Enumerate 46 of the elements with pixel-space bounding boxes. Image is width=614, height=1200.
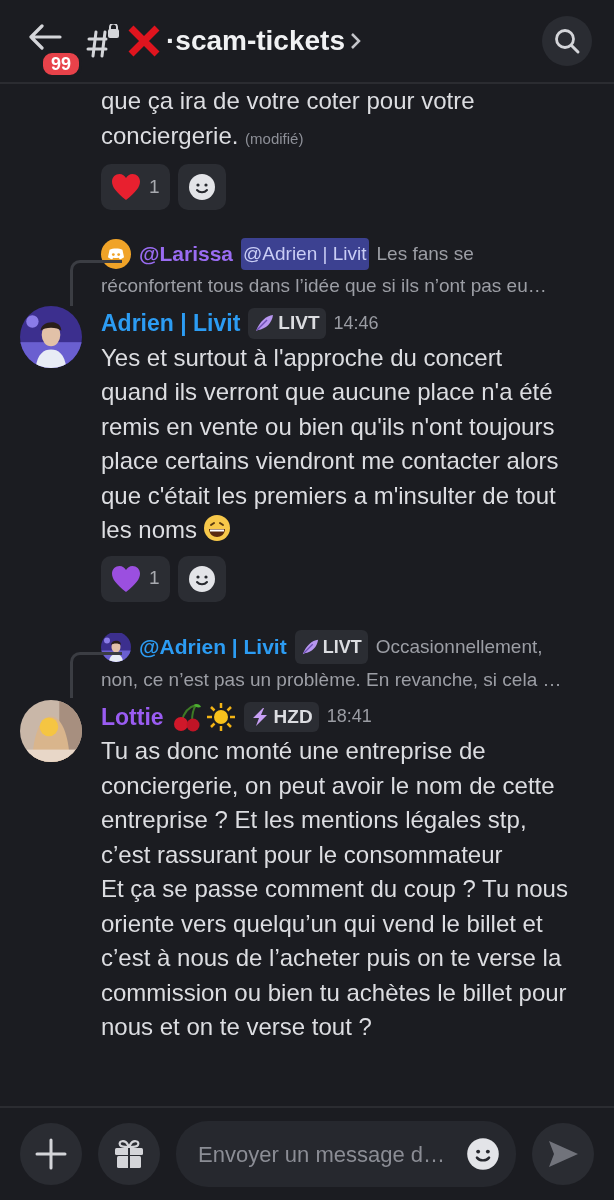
reply-preview[interactable]: réconfortent tous dans l’idée que si ils n’ont pas eu… — [101, 270, 598, 302]
smiley-icon — [187, 173, 216, 201]
sun-icon — [205, 701, 236, 732]
chevron-icon[interactable] — [349, 31, 363, 51]
reply-author[interactable]: @Adrien | Livit — [139, 630, 287, 663]
message-input[interactable]: Envoyer un message d… — [196, 1136, 446, 1172]
reply-preview[interactable]: Les fans se — [376, 238, 474, 270]
smiley-icon — [466, 1137, 500, 1171]
add-reaction-button[interactable] — [177, 555, 226, 602]
plus-icon — [35, 1138, 67, 1170]
role-tag: LIVT — [294, 629, 368, 664]
timestamp: 18:41 — [326, 705, 372, 729]
cross-mark-icon — [126, 23, 162, 59]
add-reaction-button[interactable] — [177, 164, 226, 210]
reaction-button[interactable]: 1 — [101, 164, 170, 210]
reply-preview[interactable]: non, ce n’est pas un problème. En revanche, si cela … — [101, 663, 598, 696]
heart-icon — [111, 564, 141, 593]
edited-label: (modifié) — [245, 129, 304, 147]
heart-icon — [111, 173, 141, 201]
reply-preview[interactable]: Occasionnellement, — [375, 630, 543, 663]
feather-icon — [254, 313, 275, 334]
author-name[interactable]: Lottie — [101, 699, 164, 734]
message-field[interactable]: Envoyer un message d… — [176, 1121, 516, 1187]
user-mention[interactable]: @Adrien | Livit — [241, 238, 369, 270]
feather-icon — [300, 637, 319, 656]
message-text: Yes et surtout à l'approche du concert quand ils verront que aucune place n'a été remis en vente ou bien qu'ils n'ont toujours place certains viendront me contacter alors que c'était les premiers a m'insulter de tout les noms — [101, 342, 560, 545]
smiley-icon — [187, 564, 216, 593]
reaction-button[interactable]: 1 — [101, 555, 170, 602]
role-tag: HZD — [243, 701, 319, 732]
message-text: que ça ira de votre coter pour votre conciergerie. (modifié) — [101, 86, 476, 151]
grinning-face-icon — [203, 514, 232, 542]
reply-author[interactable]: @Larissa — [139, 238, 234, 270]
locked-channel-icon — [86, 24, 122, 58]
emoji-button[interactable] — [466, 1137, 500, 1171]
discord-avatar-icon — [101, 239, 131, 269]
cherries-icon — [171, 701, 202, 732]
search-button[interactable] — [542, 16, 592, 66]
timestamp: 14:46 — [333, 311, 379, 335]
message-text: Tu as donc monté une entreprise de conciergerie, on peut avoir le nom de cette entreprise ? Et les mentions légales stp, c’est rassurant pour le consommateur Et ça se passe comment du coup ? Tu nous oriente vers quelqu’un qui vend le billet et c’est à nous de l’acheter puis on te verse la commission ou bien tu achètes le billet pour nous et on te verse tout ? — [101, 736, 569, 1042]
back-button[interactable] — [28, 24, 62, 50]
gift-icon — [113, 1138, 145, 1170]
author-name[interactable]: Adrien | Livit — [101, 306, 241, 341]
search-icon — [553, 27, 581, 55]
channel-name: ·scam-tickets — [166, 24, 345, 58]
send-icon — [547, 1139, 579, 1169]
role-tag: LIVT — [248, 308, 326, 339]
